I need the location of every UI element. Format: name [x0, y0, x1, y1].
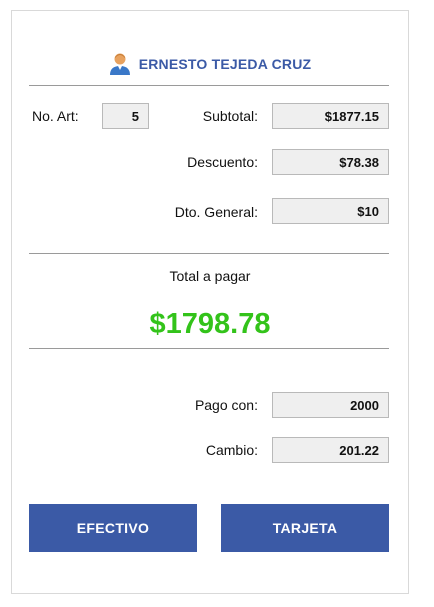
change-label: Cambio: — [205, 442, 258, 458]
items-count-field: 5 — [102, 103, 149, 129]
customer-header: ERNESTO TEJEDA CRUZ — [12, 51, 408, 77]
total-amount: $1798.78 — [149, 308, 271, 340]
discount-field: $78.38 — [272, 149, 389, 175]
paid-with-label: Pago con: — [194, 397, 258, 413]
paid-with-field[interactable]: 2000 — [272, 392, 389, 418]
general-discount-field: $10 — [272, 198, 389, 224]
card-button[interactable]: TARJETA — [221, 504, 389, 552]
cash-button[interactable]: EFECTIVO — [29, 504, 197, 552]
payment-panel: ERNESTO TEJEDA CRUZ No. Art: 5 Subtotal:… — [11, 10, 409, 594]
user-icon — [109, 53, 130, 75]
discount-label: Descuento: — [187, 154, 258, 170]
divider — [29, 253, 389, 254]
subtotal-field: $1877.15 — [272, 103, 389, 129]
divider — [29, 348, 389, 349]
general-discount-label: Dto. General: — [174, 204, 258, 220]
change-field: 201.22 — [272, 437, 389, 463]
items-count-label: No. Art: — [32, 108, 79, 124]
customer-name: ERNESTO TEJEDA CRUZ — [138, 56, 312, 72]
divider — [29, 85, 389, 86]
subtotal-label: Subtotal: — [202, 108, 258, 124]
total-label: Total a pagar — [169, 268, 251, 284]
